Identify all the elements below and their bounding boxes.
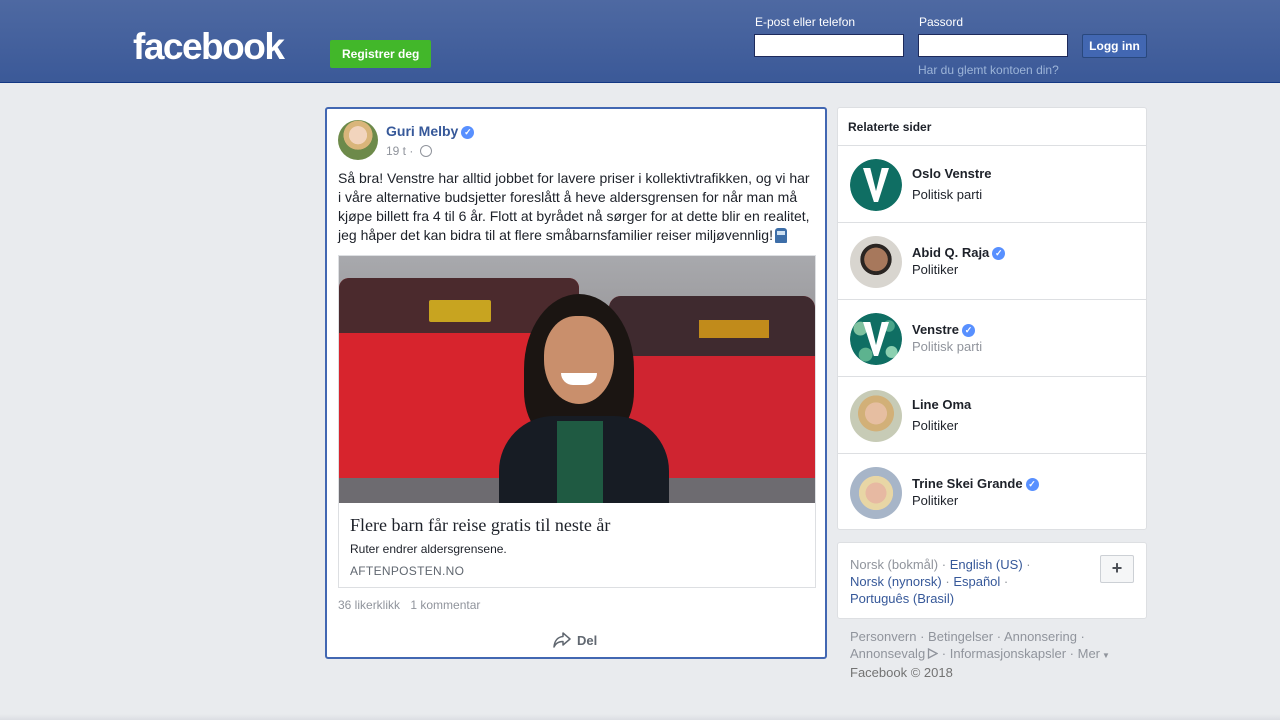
related-name-link[interactable]: Abid Q. Raja ✓ xyxy=(912,245,1006,260)
related-name: Abid Q. Raja xyxy=(912,245,990,260)
footer: Personvern · Betingelser · Annonsering ·… xyxy=(850,629,1110,680)
link-description: Ruter endrer aldersgrensene. xyxy=(350,542,507,556)
post-text: Så bra! Venstre har alltid jobbet for la… xyxy=(338,169,816,245)
post-meta: 19 t · xyxy=(386,144,432,158)
venstre-logo-icon xyxy=(850,159,902,211)
footer-link[interactable]: Personvern xyxy=(850,629,916,644)
related-item[interactable]: Oslo Venstre Politisk parti xyxy=(838,145,1146,222)
related-name-link[interactable]: Venstre ✓ xyxy=(912,322,975,337)
author-name: Guri Melby xyxy=(386,123,459,139)
portrait-image xyxy=(850,467,902,519)
caret-down-icon: ▼ xyxy=(1102,651,1110,660)
portrait-image xyxy=(850,236,902,288)
facebook-logo[interactable]: facebook xyxy=(133,26,285,68)
related-name-link[interactable]: Trine Skei Grande ✓ xyxy=(912,476,1039,491)
forgot-account-link[interactable]: Har du glemt kontoen din? xyxy=(918,63,1059,77)
related-subtitle: Politisk parti xyxy=(912,339,983,354)
related-pages-title: Relaterte sider xyxy=(848,120,932,134)
post-card: Guri Melby ✓ 19 t · Så bra! Venstre har a… xyxy=(325,107,827,659)
register-button[interactable]: Registrer deg xyxy=(330,40,432,68)
related-name: Venstre xyxy=(912,322,959,337)
footer-link[interactable]: Informasjonskapsler xyxy=(950,646,1066,661)
verified-badge-icon: ✓ xyxy=(961,324,975,337)
globe-icon xyxy=(419,145,432,157)
related-name[interactable]: Oslo Venstre xyxy=(912,166,991,181)
email-label: E-post eller telefon xyxy=(755,15,856,29)
verified-badge-icon: ✓ xyxy=(992,247,1006,260)
related-name: Trine Skei Grande xyxy=(912,476,1023,491)
share-icon xyxy=(553,632,571,648)
venstre-logo-icon xyxy=(850,313,902,365)
footer-link[interactable]: Annonsering xyxy=(1004,629,1077,644)
author-name-link[interactable]: Guri Melby ✓ xyxy=(386,123,475,139)
email-input[interactable] xyxy=(754,34,904,57)
login-button[interactable]: Logg inn xyxy=(1082,34,1147,58)
post-stats: 36 likerklikk 1 kommentar xyxy=(338,598,487,612)
related-item[interactable]: Abid Q. Raja ✓ Politiker xyxy=(838,222,1146,299)
related-avatar[interactable] xyxy=(850,390,902,442)
bottom-strip xyxy=(0,714,1280,720)
comments-count[interactable]: 1 kommentar xyxy=(410,598,480,612)
top-bar: facebook Registrer deg E-post eller tele… xyxy=(0,0,1280,83)
footer-link[interactable]: Mer xyxy=(1078,646,1100,661)
share-label: Del xyxy=(577,632,598,648)
post-timestamp[interactable]: 19 t xyxy=(386,144,406,158)
train-icon xyxy=(774,228,787,243)
language-link[interactable]: Português (Brasil) xyxy=(850,591,954,606)
post-body: Så bra! Venstre har alltid jobbet for la… xyxy=(338,170,810,243)
current-language: Norsk (bokmål) xyxy=(850,557,939,572)
password-input[interactable] xyxy=(918,34,1068,57)
related-avatar[interactable] xyxy=(850,467,902,519)
related-subtitle: Politiker xyxy=(912,493,959,508)
footer-link[interactable]: Annonsevalg xyxy=(850,646,925,661)
language-link[interactable]: English (US) xyxy=(950,557,1023,572)
verified-badge-icon: ✓ xyxy=(1025,478,1039,491)
language-list: Norsk (bokmål) · English (US) · Norsk (n… xyxy=(850,557,1031,606)
share-button[interactable]: Del xyxy=(553,629,597,651)
related-name[interactable]: Line Oma xyxy=(912,397,971,412)
author-avatar[interactable] xyxy=(338,120,378,160)
ad-choices-icon xyxy=(928,647,939,660)
related-avatar[interactable] xyxy=(850,159,902,211)
more-languages-button[interactable]: + xyxy=(1100,555,1134,583)
related-subtitle: Politiker xyxy=(912,262,959,277)
footer-link[interactable]: Betingelser xyxy=(928,629,993,644)
language-link[interactable]: Español xyxy=(953,574,1000,589)
related-item[interactable]: Line Oma Politiker xyxy=(838,376,1146,453)
person-image-element xyxy=(544,316,614,404)
portrait-image xyxy=(850,390,902,442)
likes-count[interactable]: 36 likerklikk xyxy=(338,598,400,612)
related-pages-panel: Relaterte sider Oslo Venstre Politisk pa… xyxy=(837,107,1147,530)
link-domain: AFTENPOSTEN.NO xyxy=(350,564,465,578)
related-subtitle: Politisk parti xyxy=(912,187,983,202)
link-preview[interactable]: Flere barn får reise gratis til neste år… xyxy=(338,255,816,588)
related-avatar[interactable] xyxy=(850,313,902,365)
related-subtitle: Politiker xyxy=(912,418,959,433)
person-image-element xyxy=(557,421,603,503)
password-label: Passord xyxy=(919,15,964,29)
related-item[interactable]: Venstre ✓ Politisk parti xyxy=(838,299,1146,376)
link-image[interactable] xyxy=(339,256,815,503)
link-title[interactable]: Flere barn får reise gratis til neste år xyxy=(350,515,610,536)
related-item[interactable]: Trine Skei Grande ✓ Politiker xyxy=(838,453,1146,530)
copyright: Facebook © 2018 xyxy=(850,665,953,680)
related-avatar[interactable] xyxy=(850,236,902,288)
verified-badge-icon: ✓ xyxy=(461,126,475,139)
language-panel: Norsk (bokmål) · English (US) · Norsk (n… xyxy=(837,542,1147,619)
language-link[interactable]: Norsk (nynorsk) xyxy=(850,574,942,589)
